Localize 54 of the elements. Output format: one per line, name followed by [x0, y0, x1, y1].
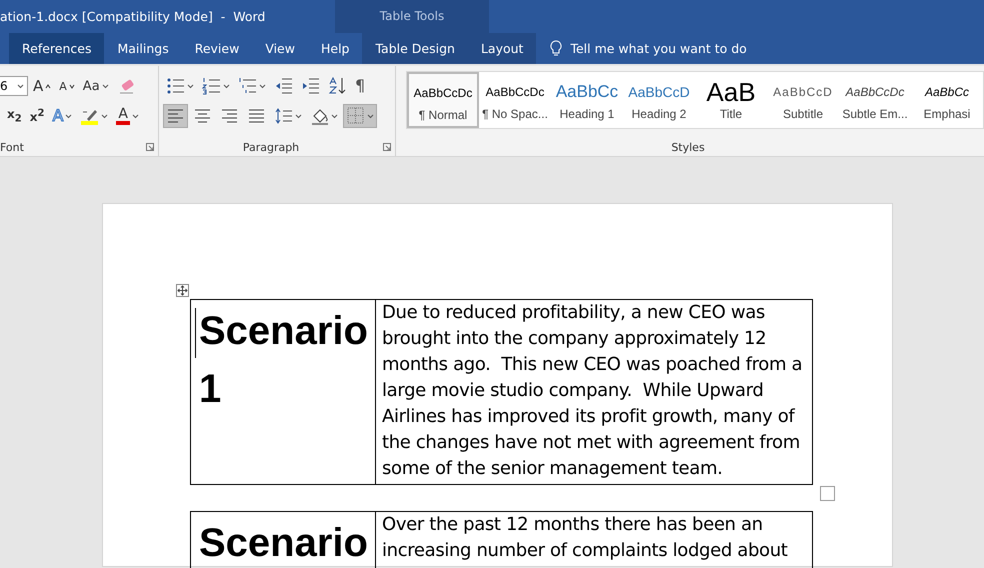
font-size-field[interactable]: 6 — [0, 76, 28, 96]
grow-font-button[interactable]: A — [30, 74, 54, 98]
line-spacing-icon — [274, 106, 293, 126]
show-marks-button[interactable]: ¶ — [352, 74, 368, 98]
context-tab-title: Table Tools — [335, 0, 489, 33]
superscript-button[interactable]: x$^{2}$ — [26, 104, 48, 128]
style-item[interactable]: AaBbCcDc ¶ Normal — [407, 72, 479, 128]
dropdown-caret-icon — [65, 114, 72, 118]
borders-icon — [346, 106, 365, 126]
dropdown-caret-icon — [132, 114, 139, 118]
scenario-text: Due to reduced profitability, a new CEO was brought into the company approximately 12 months ago. This new CEO was poached from a large movie studio company. While Upward Airlines has improved its profit growth, many of the changes have not met with agreement from some of the senior management team. — [382, 302, 802, 479]
dropdown-caret-icon — [102, 84, 109, 88]
dropdown-caret-icon — [222, 84, 230, 88]
align-left-button[interactable] — [162, 104, 188, 128]
font-color-button[interactable]: A — [113, 104, 142, 128]
table-resize-handle[interactable] — [820, 486, 835, 501]
ribbon-tab[interactable]: Layout — [468, 33, 536, 64]
table-move-handle-icon[interactable] — [176, 284, 189, 297]
sort-icon — [328, 76, 347, 96]
subscript-button[interactable]: x$_{2}$ — [4, 104, 25, 128]
group-label: Paragraph — [242, 140, 300, 154]
group-label: Font — [0, 140, 24, 154]
dialog-launcher-icon[interactable] — [383, 143, 391, 151]
scenario-heading: Scenario — [199, 520, 368, 567]
scenario-text: Over the past 12 months there has been an increasing number of complaints lodged about — [382, 514, 788, 561]
dialog-launcher-icon[interactable] — [146, 143, 154, 151]
scenario-heading: Scenario 1 — [199, 308, 368, 413]
ribbon-tab[interactable]: Review — [182, 33, 252, 64]
ribbon-tab[interactable]: View — [252, 33, 308, 64]
dropdown-caret-icon — [294, 114, 302, 118]
dropdown-caret-icon — [186, 84, 194, 88]
change-case-button[interactable]: Aa — [80, 74, 112, 98]
text-cursor — [195, 308, 196, 358]
numbered-list-icon — [202, 76, 221, 96]
up-chevron-icon — [45, 82, 52, 90]
lightbulb-icon — [550, 40, 562, 57]
ribbon-tab[interactable]: References — [9, 33, 104, 64]
dropdown-caret-icon — [101, 114, 108, 118]
increase-indent-icon — [300, 76, 320, 96]
down-chevron-icon — [68, 82, 75, 90]
tell-me-search[interactable]: Tell me what you want to do — [570, 41, 747, 56]
dropdown-caret-icon — [330, 114, 338, 118]
dropdown-caret-icon — [258, 84, 266, 88]
multilevel-list-icon — [238, 76, 257, 96]
group-label: Styles — [670, 140, 706, 154]
decrease-indent-icon — [274, 76, 293, 96]
dropdown-caret-icon — [366, 114, 374, 118]
bullet-list-icon — [166, 76, 185, 96]
dropdown-caret-icon — [17, 84, 24, 88]
ribbon-tab[interactable]: Mailings — [104, 33, 182, 64]
window-title: ation-1.docx [Compatibility Mode] - Word — [0, 8, 266, 26]
ribbon-tab[interactable]: Help — [308, 33, 362, 64]
shrink-font-button[interactable]: A — [56, 74, 78, 98]
ribbon-tab[interactable]: Table Design — [362, 33, 468, 64]
